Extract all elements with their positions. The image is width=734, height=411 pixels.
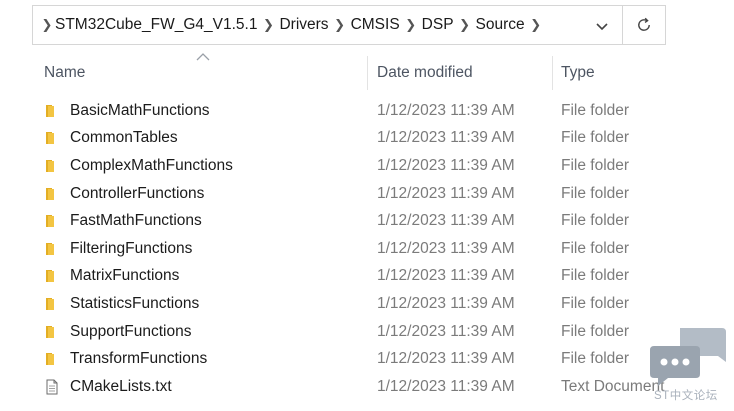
chevron-right-icon[interactable]: ❯ (525, 17, 547, 33)
file-date-cell: 1/12/2023 11:39 AM (377, 184, 515, 202)
column-divider[interactable] (367, 56, 368, 90)
file-name: TransformFunctions (70, 350, 208, 368)
file-type-cell: File folder (561, 212, 630, 230)
file-name: CommonTables (70, 129, 178, 147)
folder-icon (46, 159, 54, 172)
column-header-date-modified[interactable]: Date modified (377, 56, 473, 90)
file-date-cell: 1/12/2023 11:39 AM (377, 322, 515, 340)
file-row[interactable]: MatrixFunctions 1/12/2023 11:39 AM File fo… (0, 263, 734, 291)
column-divider[interactable] (552, 56, 553, 90)
file-row[interactable]: StatisticsFunctions 1/12/2023 11:39 AM Fil… (0, 290, 734, 318)
file-name-cell[interactable]: SupportFunctions (44, 318, 192, 346)
folder-icon (46, 104, 54, 117)
file-type-cell: Text Document (561, 377, 665, 395)
file-type-cell: File folder (561, 350, 630, 368)
file-row[interactable]: CommonTables 1/12/2023 11:39 AM File folde… (0, 125, 734, 153)
breadcrumb-item[interactable]: Source (476, 16, 525, 34)
file-row[interactable]: ComplexMathFunctions 1/12/2023 11:39 AM Fi… (0, 152, 734, 180)
file-type-cell: File folder (561, 294, 630, 312)
file-date-cell: 1/12/2023 11:39 AM (377, 294, 515, 312)
file-name: ControllerFunctions (70, 184, 205, 202)
breadcrumb-item[interactable]: DSP (422, 16, 454, 34)
file-list: BasicMathFunctions 1/12/2023 11:39 AM File… (0, 97, 734, 401)
folder-icon (46, 270, 54, 283)
file-date-cell: 1/12/2023 11:39 AM (377, 239, 515, 257)
file-row[interactable]: SupportFunctions 1/12/2023 11:39 AM File f… (0, 318, 734, 346)
file-name-cell[interactable]: MatrixFunctions (44, 263, 179, 291)
file-type-cell: File folder (561, 184, 630, 202)
file-name-cell[interactable]: StatisticsFunctions (44, 290, 199, 318)
chevron-right-icon[interactable]: ❯ (400, 17, 422, 33)
file-type-cell: File folder (561, 239, 630, 257)
file-type-cell: File folder (561, 129, 630, 147)
folder-icon (46, 215, 54, 228)
refresh-icon (638, 17, 650, 31)
file-type-cell: File folder (561, 267, 630, 285)
file-row[interactable]: BasicMathFunctions 1/12/2023 11:39 AM File… (0, 97, 734, 125)
file-type-cell: File folder (561, 322, 630, 340)
file-row[interactable]: FilteringFunctions 1/12/2023 11:39 AM File… (0, 235, 734, 263)
file-date-cell: 1/12/2023 11:39 AM (377, 212, 515, 230)
column-header-name[interactable]: Name (44, 56, 85, 90)
file-date-cell: 1/12/2023 11:39 AM (377, 267, 515, 285)
file-name-cell[interactable]: ComplexMathFunctions (44, 152, 233, 180)
file-name: MatrixFunctions (70, 267, 180, 285)
chevron-right-icon[interactable]: ❯ (329, 17, 351, 33)
folder-icon (46, 132, 54, 145)
breadcrumb: STM32Cube_FW_G4_V1.5.1 ❯ Drivers ❯ CMSIS… (55, 16, 547, 34)
column-header-type[interactable]: Type (561, 56, 595, 90)
chevron-right-icon[interactable]: ❯ (454, 17, 476, 33)
file-name: FilteringFunctions (70, 239, 193, 257)
breadcrumb-item[interactable]: Drivers (279, 16, 328, 34)
file-name-cell[interactable]: CMakeLists.txt (44, 373, 172, 401)
folder-icon (46, 297, 54, 310)
breadcrumb-leading-chevron-icon[interactable]: ❯ (39, 17, 55, 33)
folder-icon (46, 353, 54, 366)
folder-icon (46, 242, 54, 255)
chevron-down-icon[interactable] (592, 16, 612, 36)
file-type-cell: File folder (561, 156, 630, 174)
folder-icon (46, 325, 54, 338)
file-name-cell[interactable]: CommonTables (44, 125, 178, 153)
address-bar-row: ❯ STM32Cube_FW_G4_V1.5.1 ❯ Drivers ❯ CMS… (0, 0, 734, 50)
file-name: FastMathFunctions (70, 212, 202, 230)
breadcrumb-item[interactable]: CMSIS (351, 16, 400, 34)
file-name-cell[interactable]: FilteringFunctions (44, 235, 192, 263)
file-name: CMakeLists.txt (70, 377, 172, 395)
file-date-cell: 1/12/2023 11:39 AM (377, 101, 515, 119)
file-row[interactable]: CMakeLists.txt 1/12/2023 11:39 AM Text Doc… (0, 373, 734, 401)
file-row[interactable]: FastMathFunctions 1/12/2023 11:39 AM File … (0, 207, 734, 235)
chevron-right-icon[interactable]: ❯ (257, 17, 279, 33)
file-name-cell[interactable]: BasicMathFunctions (44, 97, 210, 125)
file-date-cell: 1/12/2023 11:39 AM (377, 350, 515, 368)
file-type-cell: File folder (561, 101, 630, 119)
file-name-cell[interactable]: TransformFunctions (44, 345, 207, 373)
column-header: Name Date modified Type (0, 56, 734, 90)
refresh-button[interactable] (622, 5, 666, 45)
address-bar[interactable]: ❯ STM32Cube_FW_G4_V1.5.1 ❯ Drivers ❯ CMS… (32, 5, 622, 45)
file-date-cell: 1/12/2023 11:39 AM (377, 156, 515, 174)
folder-icon (46, 187, 54, 200)
file-name: BasicMathFunctions (70, 101, 210, 119)
file-name: StatisticsFunctions (70, 294, 200, 312)
file-name-cell[interactable]: FastMathFunctions (44, 207, 202, 235)
file-name-cell[interactable]: ControllerFunctions (44, 180, 204, 208)
file-row[interactable]: ControllerFunctions 1/12/2023 11:39 AM Fil… (0, 180, 734, 208)
file-row[interactable]: TransformFunctions 1/12/2023 11:39 AM File… (0, 345, 734, 373)
text-file-icon (46, 379, 58, 395)
file-name: SupportFunctions (70, 322, 192, 340)
file-date-cell: 1/12/2023 11:39 AM (377, 377, 515, 395)
file-name: ComplexMathFunctions (70, 156, 233, 174)
file-date-cell: 1/12/2023 11:39 AM (377, 129, 515, 147)
watermark-text: ST中文论坛 (654, 390, 718, 402)
breadcrumb-item[interactable]: STM32Cube_FW_G4_V1.5.1 (55, 16, 257, 34)
